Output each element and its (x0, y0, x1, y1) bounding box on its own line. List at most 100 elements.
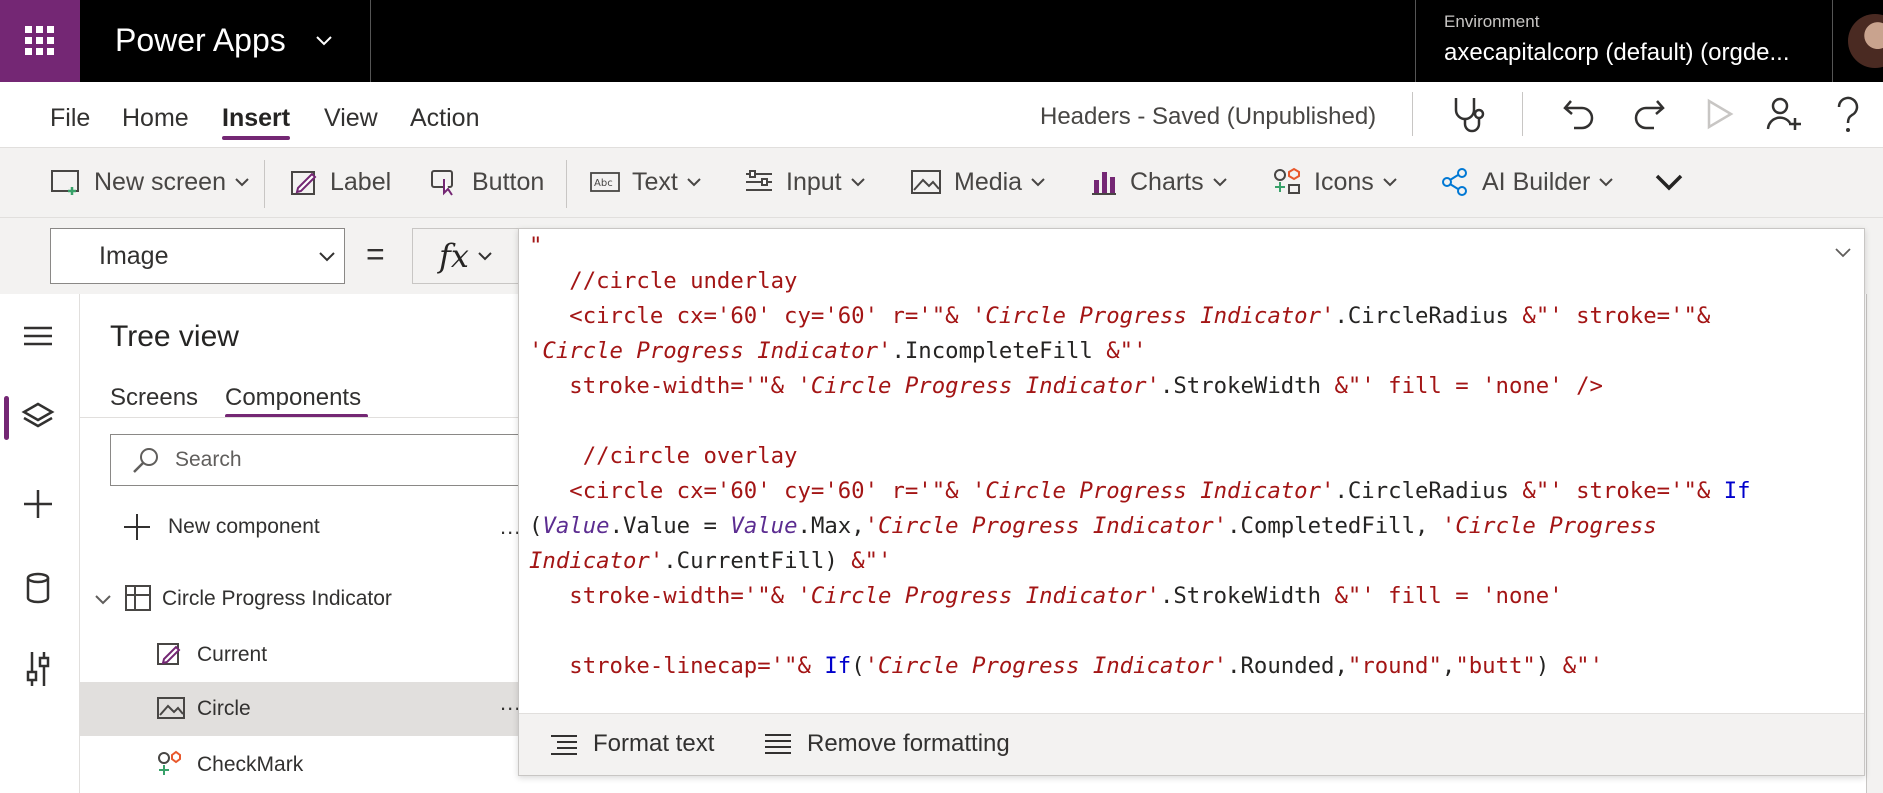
chevron-down-icon (1031, 178, 1045, 187)
new-screen-icon (51, 170, 79, 195)
media-icon (911, 170, 941, 194)
chevron-down-icon (1212, 178, 1227, 187)
menu-view[interactable]: View (324, 104, 378, 133)
new-screen-label: New screen (94, 167, 226, 196)
active-menu-indicator (222, 136, 290, 140)
input-icon (746, 170, 772, 191)
icons-menu-button[interactable]: Icons (1272, 164, 1398, 200)
menu-home[interactable]: Home (122, 104, 189, 133)
menu-insert[interactable]: Insert (222, 104, 290, 133)
undo-icon[interactable] (1562, 97, 1596, 131)
ribbon-expand-chevron-icon[interactable] (1654, 170, 1684, 194)
tree-row-component[interactable]: Circle Progress Indicator (80, 572, 560, 626)
button-icon (431, 170, 453, 196)
text-menu-button[interactable]: Abc Text (590, 164, 702, 200)
fx-button[interactable]: fx (412, 228, 520, 284)
label-icon (157, 643, 181, 665)
rail-active-indicator (4, 396, 9, 440)
search-input[interactable]: Search (110, 434, 550, 486)
tab-screens[interactable]: Screens (110, 384, 198, 412)
hamburger-menu-icon[interactable] (20, 324, 56, 348)
remove-formatting-label: Remove formatting (807, 730, 1010, 757)
divider (264, 160, 265, 208)
ai-builder-icon (1442, 168, 1467, 196)
property-dropdown-value: Image (99, 241, 169, 270)
chevron-down-icon (850, 178, 865, 187)
chevron-down-icon (1599, 178, 1614, 187)
waffle-icon (25, 26, 54, 55)
tab-components[interactable]: Components (225, 384, 361, 412)
button-button[interactable]: Button (430, 164, 544, 200)
tree-item-label: Current (197, 643, 268, 666)
format-text-button[interactable]: Format text (549, 730, 714, 758)
component-icon (125, 585, 151, 611)
divider (1522, 92, 1523, 136)
chevron-down-icon (319, 252, 335, 262)
share-icon[interactable] (1766, 96, 1802, 132)
remove-formatting-button[interactable]: Remove formatting (763, 730, 1010, 758)
tree-item-label: CheckMark (197, 753, 304, 776)
app-title[interactable]: Power Apps (115, 22, 286, 59)
divider (1832, 0, 1833, 82)
chevron-down-icon[interactable] (314, 30, 334, 50)
media-menu-button[interactable]: Media (910, 164, 1046, 200)
ai-builder-menu-label: AI Builder (1482, 167, 1591, 196)
chevron-down-icon (95, 595, 111, 605)
new-component-label: New component (168, 515, 320, 538)
app-checker-icon[interactable] (1448, 96, 1488, 134)
formula-code[interactable]: " //circle underlay <circle cx='60' cy='… (529, 229, 1751, 684)
insert-plus-icon[interactable] (20, 486, 56, 522)
icons-icon (1274, 167, 1300, 194)
charts-menu-button[interactable]: Charts (1090, 164, 1228, 200)
chevron-down-icon (235, 178, 249, 187)
charts-icon (1092, 172, 1116, 195)
tree-row-current[interactable]: Current (80, 628, 560, 682)
avatar[interactable] (1848, 14, 1883, 68)
media-menu-label: Media (954, 167, 1023, 196)
ai-builder-menu-button[interactable]: AI Builder (1440, 164, 1614, 200)
svg-text:Abc: Abc (594, 178, 613, 189)
tree-item-label: Circle (197, 697, 251, 720)
help-icon[interactable] (1834, 96, 1862, 134)
remove-formatting-icon (765, 734, 791, 754)
divider (566, 160, 567, 208)
charts-menu-label: Charts (1130, 167, 1204, 196)
icon-control-icon (158, 750, 181, 775)
environment-picker[interactable]: axecapitalcorp (default) (orgde... (1444, 39, 1790, 67)
divider (80, 417, 560, 418)
redo-icon[interactable] (1632, 97, 1666, 131)
menu-file[interactable]: File (50, 104, 90, 133)
tree-row-checkmark[interactable]: CheckMark (80, 738, 560, 792)
preview-play-icon[interactable] (1704, 98, 1734, 130)
data-cylinder-icon[interactable] (20, 570, 56, 606)
tree-row-circle[interactable]: Circle ... (80, 682, 560, 736)
chevron-down-icon (687, 178, 701, 187)
button-label: Button (472, 167, 545, 196)
top-bar: Power Apps Environment axecapitalcorp (d… (0, 0, 1883, 82)
new-component-button[interactable]: New component (122, 512, 320, 542)
icons-menu-label: Icons (1314, 167, 1374, 196)
chevron-down-icon (1383, 178, 1397, 187)
search-icon (133, 448, 158, 473)
chevron-down-icon (478, 252, 492, 261)
property-dropdown[interactable]: Image (50, 228, 345, 284)
label-button[interactable]: Label (290, 164, 391, 200)
text-icon: Abc (590, 172, 620, 192)
environment-label: Environment (1444, 12, 1540, 31)
menu-action[interactable]: Action (410, 104, 479, 133)
format-text-icon (551, 735, 577, 755)
formula-editor[interactable]: " //circle underlay <circle cx='60' cy='… (518, 228, 1865, 776)
document-status: Headers - Saved (Unpublished) (1040, 103, 1377, 130)
divider (1415, 0, 1416, 82)
plus-icon (124, 514, 150, 540)
tree-view-layers-icon[interactable] (20, 400, 56, 436)
divider (370, 0, 371, 82)
advanced-tools-icon[interactable] (20, 650, 56, 688)
new-screen-button[interactable]: New screen (50, 164, 250, 200)
format-text-label: Format text (593, 730, 715, 757)
collapse-chevron-icon[interactable] (1834, 245, 1852, 259)
input-menu-button[interactable]: Input (744, 164, 866, 200)
canvas-edge (1866, 294, 1883, 793)
app-launcher-button[interactable] (0, 0, 80, 82)
search-placeholder: Search (175, 448, 242, 471)
